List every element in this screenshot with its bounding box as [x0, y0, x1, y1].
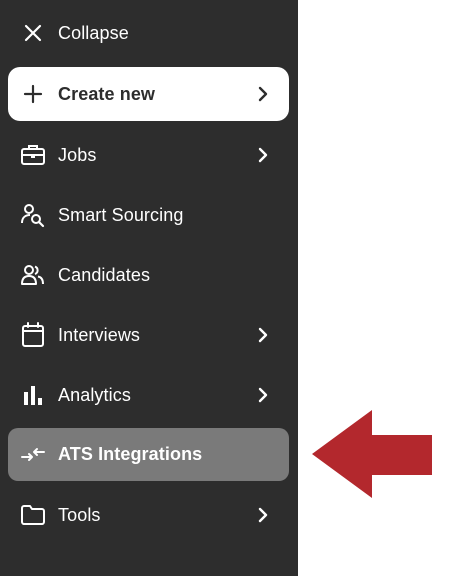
calendar-icon [20, 322, 46, 348]
sidebar-item-label: Smart Sourcing [58, 204, 184, 225]
chevron-right-icon [253, 325, 273, 345]
sidebar-item-ats-integrations[interactable]: ATS Integrations [8, 428, 289, 481]
sidebar-item-candidates[interactable]: Candidates [8, 248, 289, 302]
sidebar-item-label: ATS Integrations [58, 444, 203, 464]
collapse-button[interactable]: Collapse [8, 6, 289, 60]
chevron-right-icon [253, 145, 273, 165]
chevron-right-icon [253, 385, 273, 405]
collapse-label: Collapse [58, 22, 129, 43]
sidebar-item-jobs[interactable]: Jobs [8, 128, 289, 182]
sync-arrows-icon [20, 442, 46, 468]
close-icon [20, 20, 46, 46]
sidebar-item-smart-sourcing[interactable]: Smart Sourcing [8, 188, 289, 242]
sidebar: Collapse Create new Jobs Smart Sourcing … [0, 0, 298, 576]
plus-icon [20, 81, 46, 107]
person-search-icon [20, 202, 46, 228]
create-new-button[interactable]: Create new [8, 67, 289, 121]
sidebar-item-label: Candidates [58, 264, 151, 285]
chevron-right-icon [253, 505, 273, 525]
chevron-right-icon [253, 84, 273, 104]
bar-chart-icon [20, 382, 46, 408]
create-new-label: Create new [58, 83, 156, 104]
sidebar-item-label: Interviews [58, 324, 141, 345]
sidebar-item-analytics[interactable]: Analytics [8, 368, 289, 422]
sidebar-item-label: Tools [58, 504, 101, 525]
sidebar-item-interviews[interactable]: Interviews [8, 308, 289, 362]
briefcase-icon [20, 142, 46, 168]
folder-icon [20, 502, 46, 528]
sidebar-item-label: Analytics [58, 384, 131, 405]
sidebar-item-label: Jobs [58, 144, 97, 165]
sidebar-item-tools[interactable]: Tools [8, 488, 289, 542]
people-icon [20, 262, 46, 288]
annotation-arrow-icon [310, 408, 434, 502]
